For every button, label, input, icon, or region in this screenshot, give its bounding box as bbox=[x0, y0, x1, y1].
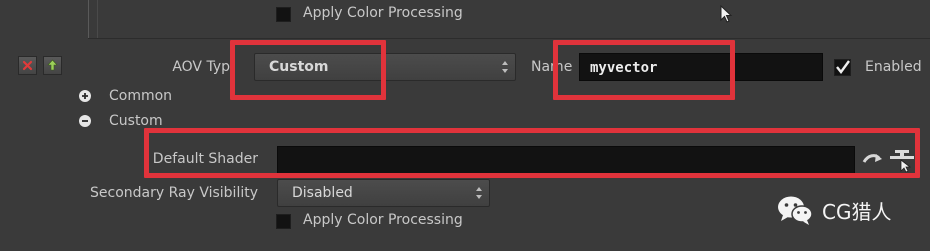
apply-color-processing-label-bottom: Apply Color Processing bbox=[303, 212, 463, 228]
left-guide-line-top bbox=[88, 0, 89, 38]
section-divider bbox=[88, 38, 930, 39]
enabled-label: Enabled bbox=[865, 59, 922, 75]
common-folder-label[interactable]: Common bbox=[109, 88, 172, 104]
updown-arrows-icon bbox=[501, 60, 509, 74]
apply-color-processing-checkbox-top[interactable] bbox=[276, 7, 291, 22]
move-aov-up-button[interactable] bbox=[43, 56, 62, 75]
mouse-cursor-icon bbox=[720, 5, 733, 23]
highlight-name-field bbox=[553, 40, 735, 100]
highlight-default-shader bbox=[144, 128, 920, 178]
secondary-ray-visibility-menu[interactable]: Disabled bbox=[277, 179, 490, 207]
updown-arrows-icon bbox=[475, 186, 483, 200]
apply-color-processing-label-top: Apply Color Processing bbox=[303, 5, 463, 21]
highlight-aov-type bbox=[230, 40, 386, 100]
right-guide-line-top bbox=[97, 0, 98, 38]
expand-common-icon[interactable] bbox=[79, 90, 91, 102]
apply-color-processing-checkbox-bottom[interactable] bbox=[276, 214, 291, 229]
watermark-text: CG猎人 bbox=[822, 200, 892, 224]
custom-folder-label[interactable]: Custom bbox=[109, 113, 163, 129]
remove-aov-button[interactable] bbox=[18, 56, 37, 75]
wechat-logo-icon bbox=[778, 196, 813, 225]
collapse-custom-icon[interactable] bbox=[79, 115, 91, 127]
enabled-checkbox[interactable] bbox=[834, 59, 851, 76]
secondary-ray-visibility-label: Secondary Ray Visibility bbox=[90, 185, 258, 201]
secondary-ray-visibility-value: Disabled bbox=[292, 185, 353, 201]
aov-type-label: AOV Typ bbox=[172, 59, 230, 75]
